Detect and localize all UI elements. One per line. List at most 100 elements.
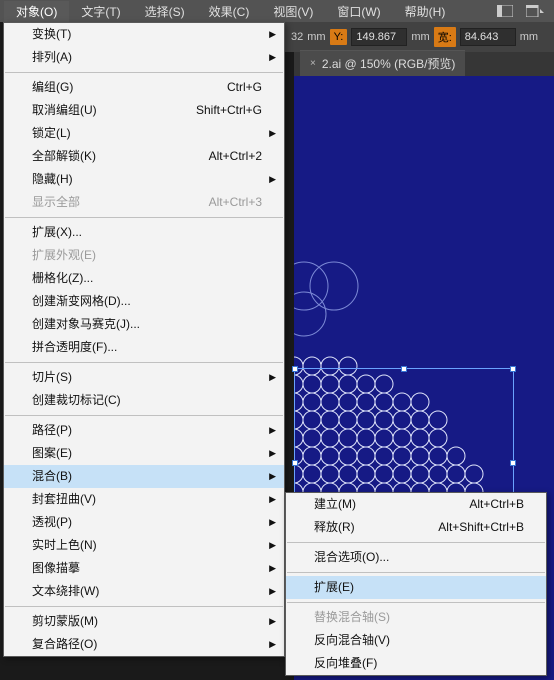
menu-item-label: 扩展(X)...: [32, 224, 82, 241]
submenu-arrow-icon: ▶: [269, 468, 276, 485]
submenu-item[interactable]: 建立(M) Alt+Ctrl+B: [286, 493, 546, 516]
menu-type[interactable]: 文字(T): [69, 1, 132, 22]
submenu-item-label: 反向堆叠(F): [314, 655, 380, 672]
menu-shortcut: Shift+Ctrl+G: [196, 102, 262, 119]
input-y[interactable]: [351, 28, 407, 46]
menu-effect[interactable]: 效果(C): [197, 1, 262, 22]
menu-window[interactable]: 窗口(W): [325, 1, 392, 22]
menu-item[interactable]: 切片(S)▶: [4, 366, 284, 389]
submenu-item-label: 建立(M): [314, 496, 380, 513]
menu-item[interactable]: 变换(T) ▶: [4, 23, 284, 46]
document-tab[interactable]: × 2.ai @ 150% (RGB/预览): [300, 50, 465, 76]
menu-item[interactable]: 图案(E)▶: [4, 442, 284, 465]
selection-handle[interactable]: [510, 460, 516, 466]
submenu-item[interactable]: 混合选项(O)...: [286, 546, 546, 569]
menu-item-label: 栅格化(Z)...: [32, 270, 93, 287]
menu-item[interactable]: 拼合透明度(F)...: [4, 336, 284, 359]
menu-item-label: 路径(P): [32, 422, 72, 439]
selection-handle[interactable]: [401, 366, 407, 372]
submenu-arrow-icon: ▶: [269, 125, 276, 142]
menu-item-label: 复合路径(O): [32, 636, 97, 653]
submenu-item: 替换混合轴(S): [286, 606, 546, 629]
menu-item[interactable]: 路径(P)▶: [4, 419, 284, 442]
menu-item[interactable]: 排列(A)▶: [4, 46, 284, 69]
menu-item[interactable]: 全部解锁(K)Alt+Ctrl+2: [4, 145, 284, 168]
menu-item[interactable]: 封套扭曲(V)▶: [4, 488, 284, 511]
submenu-arrow-icon: ▶: [269, 445, 276, 462]
submenu-arrow-icon: ▶: [269, 537, 276, 554]
menu-view[interactable]: 视图(V): [261, 1, 325, 22]
submenu-item[interactable]: 扩展(E): [286, 576, 546, 599]
menu-help[interactable]: 帮助(H): [393, 1, 458, 22]
submenu-arrow-icon: ▶: [269, 26, 276, 43]
submenu-arrow-icon: ▶: [269, 491, 276, 508]
menu-object[interactable]: 对象(O): [4, 1, 69, 22]
menu-item-label: 剪切蒙版(M): [32, 613, 98, 630]
menubar: 对象(O) 文字(T) 选择(S) 效果(C) 视图(V) 窗口(W) 帮助(H…: [0, 0, 554, 22]
selection-handle[interactable]: [292, 460, 298, 466]
unit-mm-3: mm: [520, 31, 538, 43]
submenu-item-label: 混合选项(O)...: [314, 549, 389, 566]
menu-item[interactable]: 创建渐变网格(D)...: [4, 290, 284, 313]
menu-separator: [287, 542, 545, 543]
menu-item[interactable]: 扩展(X)...: [4, 221, 284, 244]
menu-item[interactable]: 图像描摹▶: [4, 557, 284, 580]
menu-item-label: 取消编组(U): [32, 102, 97, 119]
menu-item[interactable]: 锁定(L) ▶: [4, 122, 284, 145]
object-menu-dropdown: 变换(T)▶排列(A)▶编组(G)Ctrl+G取消编组(U)Shift+Ctrl…: [3, 22, 285, 657]
menu-item-label: 显示全部: [32, 194, 80, 211]
menu-item[interactable]: 编组(G) Ctrl+G: [4, 76, 284, 99]
unit-mm: mm: [307, 31, 325, 43]
menu-item[interactable]: 复合路径(O) ▶: [4, 633, 284, 656]
submenu-arrow-icon: ▶: [269, 636, 276, 653]
menu-item[interactable]: 混合(B) ▶: [4, 465, 284, 488]
menu-separator: [287, 602, 545, 603]
submenu-item[interactable]: 反向堆叠(F): [286, 652, 546, 675]
menu-item-label: 创建渐变网格(D)...: [32, 293, 131, 310]
selection-handle[interactable]: [510, 366, 516, 372]
label-width: 宽:: [434, 27, 456, 47]
menu-item[interactable]: 取消编组(U) Shift+Ctrl+G: [4, 99, 284, 122]
submenu-item-label: 扩展(E): [314, 579, 380, 596]
menu-separator: [5, 72, 283, 73]
blend-submenu: 建立(M) Alt+Ctrl+B 释放(R)Alt+Shift+Ctrl+B 混合选项…: [285, 492, 547, 676]
submenu-arrow-icon: ▶: [269, 560, 276, 577]
menu-item[interactable]: 隐藏(H)▶: [4, 168, 284, 191]
menu-item-label: 创建对象马赛克(J)...: [32, 316, 140, 333]
arrange-icon[interactable]: [524, 2, 546, 20]
menu-item-label: 编组(G): [32, 79, 73, 96]
menu-select[interactable]: 选择(S): [133, 1, 197, 22]
menu-item-label: 变换(T): [32, 26, 71, 43]
menu-item[interactable]: 栅格化(Z)...: [4, 267, 284, 290]
menu-item[interactable]: 文本绕排(W) ▶: [4, 580, 284, 603]
menu-shortcut: Ctrl+G: [227, 79, 262, 96]
submenu-arrow-icon: ▶: [269, 583, 276, 600]
menu-item[interactable]: 创建对象马赛克(J)...: [4, 313, 284, 336]
menu-item-label: 锁定(L): [32, 125, 71, 142]
menu-item-label: 混合(B): [32, 468, 72, 485]
control-bar: 32 mm Y: mm 宽: mm: [285, 22, 554, 52]
submenu-item[interactable]: 释放(R)Alt+Shift+Ctrl+B: [286, 516, 546, 539]
submenu-item-label: 反向混合轴(V): [314, 632, 390, 649]
input-width[interactable]: [460, 28, 516, 46]
menu-item-label: 文本绕排(W): [32, 583, 99, 600]
menu-item-label: 创建裁切标记(C): [32, 392, 121, 409]
menu-item[interactable]: 创建裁切标记(C): [4, 389, 284, 412]
submenu-arrow-icon: ▶: [269, 171, 276, 188]
submenu-arrow-icon: ▶: [269, 49, 276, 66]
menu-item-label: 扩展外观(E): [32, 247, 96, 264]
menu-item: 扩展外观(E): [4, 244, 284, 267]
menu-item-label: 拼合透明度(F)...: [32, 339, 117, 356]
unit-mm-2: mm: [411, 31, 429, 43]
menu-item[interactable]: 剪切蒙版(M)▶: [4, 610, 284, 633]
menu-shortcut: Alt+Ctrl+B: [469, 496, 524, 513]
submenu-arrow-icon: ▶: [269, 514, 276, 531]
submenu-item[interactable]: 反向混合轴(V): [286, 629, 546, 652]
layout-icon[interactable]: [494, 2, 516, 20]
menu-item[interactable]: 透视(P)▶: [4, 511, 284, 534]
menu-item[interactable]: 实时上色(N)▶: [4, 534, 284, 557]
menu-separator: [5, 606, 283, 607]
selection-handle[interactable]: [292, 366, 298, 372]
close-icon[interactable]: ×: [310, 58, 316, 69]
tab-label: 2.ai @ 150% (RGB/预览): [322, 55, 456, 72]
